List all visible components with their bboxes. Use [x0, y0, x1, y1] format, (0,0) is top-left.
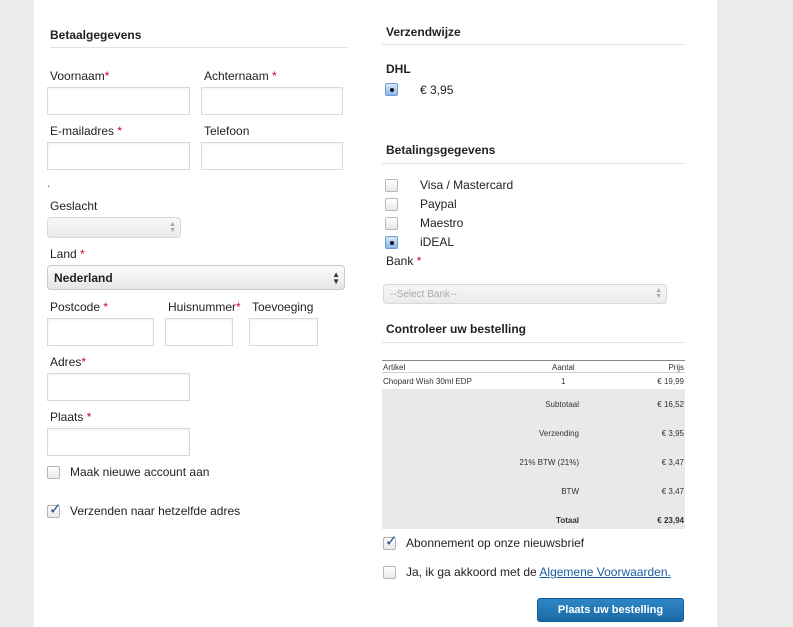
billing-divider — [50, 47, 348, 48]
total-value: € 16,52 — [657, 400, 684, 409]
total-value: € 3,95 — [661, 429, 684, 438]
payment-option-label: Paypal — [420, 197, 457, 211]
phone-label: Telefoon — [204, 124, 250, 138]
country-select-value: Nederland — [54, 270, 113, 285]
newsletter-label: Abonnement op onze nieuwsbrief — [406, 536, 585, 550]
postcode-label: Postcode * — [50, 300, 109, 314]
email-label: E-mailadres * — [50, 124, 123, 138]
same-address-label: Verzenden naar hetzelfde adres — [70, 504, 241, 518]
newsletter-checkbox[interactable]: ✓ — [383, 533, 398, 550]
gender-select[interactable]: ▲ ▼ — [47, 217, 181, 238]
item-quantity: 1 — [561, 377, 566, 386]
total-label: BTW — [561, 487, 579, 496]
shipping-price: € 3,95 — [420, 83, 454, 97]
column-price: Prijs — [668, 363, 684, 372]
create-account-checkbox[interactable] — [47, 466, 60, 479]
total-value: € 3,47 — [661, 487, 684, 496]
column-article: Artikel — [383, 363, 406, 372]
order-divider — [382, 342, 685, 343]
total-label: 21% BTW (21%) — [519, 458, 579, 467]
city-label: Plaats * — [50, 410, 92, 424]
phone-input[interactable] — [201, 142, 343, 170]
country-label: Land * — [50, 247, 85, 261]
addition-input[interactable] — [249, 318, 318, 346]
total-label: Subtotaal — [545, 400, 579, 409]
country-select[interactable]: Nederland ▲ ▼ — [47, 265, 345, 290]
payment-radio-paypal[interactable] — [385, 198, 398, 211]
house-number-input[interactable] — [165, 318, 233, 346]
first-name-input[interactable] — [47, 87, 190, 115]
payment-radio-visa[interactable] — [385, 179, 398, 192]
house-number-label: Huisnummer* — [168, 300, 241, 314]
order-title: Controleer uw bestelling — [386, 322, 527, 336]
terms-label: Ja, ik ga akkoord met de Algemene Voorwa… — [406, 565, 671, 579]
order-table-header: Artikel Aantal Prijs — [382, 360, 685, 373]
payment-title: Betalingsgegevens — [386, 143, 496, 157]
last-name-input[interactable] — [201, 87, 343, 115]
bank-label: Bank * — [386, 254, 422, 268]
radio-dot-icon — [390, 88, 394, 92]
address-label: Adres* — [50, 355, 87, 369]
place-order-button[interactable]: Plaats uw bestelling — [537, 598, 684, 622]
column-quantity: Aantal — [552, 363, 575, 372]
total-label: Verzending — [538, 429, 579, 438]
payment-option-label: iDEAL — [420, 235, 455, 249]
shipping-radio-dhl[interactable] — [385, 83, 398, 96]
same-address-checkbox[interactable]: ✓ — [47, 501, 62, 518]
payment-divider — [382, 163, 685, 164]
order-totals: Subtotaal € 16,52 Verzending € 3,95 21% … — [382, 389, 685, 529]
select-arrows-icon: ▲ ▼ — [332, 269, 340, 286]
bank-select-value: --Select Bank-- — [390, 288, 457, 300]
select-arrows-icon: ▲ ▼ — [655, 287, 662, 300]
addition-label: Toevoeging — [252, 300, 314, 314]
bank-select[interactable]: --Select Bank-- ▲ ▼ — [383, 284, 667, 304]
payment-option-label: Visa / Mastercard — [420, 178, 514, 192]
payment-radio-maestro[interactable] — [385, 217, 398, 230]
total-label: Totaal — [556, 516, 579, 525]
terms-link[interactable]: Algemene Voorwaarden. — [539, 565, 670, 579]
item-price: € 19,99 — [657, 377, 684, 386]
radio-dot-icon — [390, 241, 394, 245]
select-arrows-icon: ▲ ▼ — [169, 220, 176, 234]
shipping-divider — [382, 44, 685, 45]
checkout-panel: Betaalgegevens Voornaam* Achternaam * E-… — [34, 0, 717, 627]
email-input[interactable] — [47, 142, 190, 170]
payment-radio-ideal[interactable] — [385, 236, 398, 249]
checkmark-icon: ✓ — [385, 533, 398, 550]
checkmark-icon: ✓ — [49, 501, 62, 518]
shipping-title: Verzendwijze — [386, 25, 461, 39]
billing-title: Betaalgegevens — [50, 28, 142, 42]
last-name-label: Achternaam * — [204, 69, 277, 83]
address-input[interactable] — [47, 373, 190, 401]
payment-option-label: Maestro — [420, 216, 464, 230]
terms-checkbox[interactable] — [383, 566, 396, 579]
gender-label: Geslacht — [50, 199, 98, 213]
city-input[interactable] — [47, 428, 190, 456]
total-value: € 3,47 — [661, 458, 684, 467]
item-name: Chopard Wish 30ml EDP — [383, 377, 472, 386]
create-account-label: Maak nieuwe account aan — [70, 465, 210, 479]
total-value: € 23,94 — [657, 516, 684, 525]
shipping-carrier: DHL — [386, 62, 411, 76]
stray-dot: . — [47, 176, 51, 190]
first-name-label: Voornaam* — [50, 69, 110, 83]
postcode-input[interactable] — [47, 318, 154, 346]
